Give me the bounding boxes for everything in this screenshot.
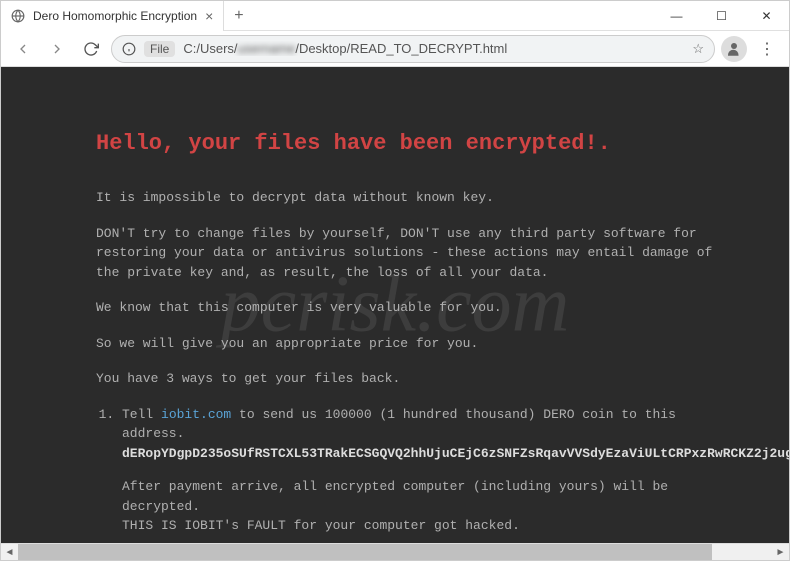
paragraph: So we will give you an appropriate price… xyxy=(96,334,736,354)
content-area: Hello, your files have been encrypted!. … xyxy=(1,67,789,543)
bookmark-star-icon[interactable]: ☆ xyxy=(692,41,704,57)
scroll-track[interactable] xyxy=(18,544,772,560)
paragraph: THIS IS IOBIT's FAULT for your computer … xyxy=(122,516,742,536)
reload-icon xyxy=(83,41,99,57)
arrow-left-icon xyxy=(15,41,31,57)
minimize-button[interactable]: — xyxy=(654,1,699,31)
person-icon xyxy=(725,40,743,58)
forward-button[interactable] xyxy=(43,35,71,63)
browser-window: Dero Homomorphic Encryption × + — ☐ ✕ Fi… xyxy=(0,0,790,561)
toolbar: File C:/Users/username/Desktop/READ_TO_D… xyxy=(1,31,789,67)
address-bar[interactable]: File C:/Users/username/Desktop/READ_TO_D… xyxy=(111,35,715,63)
list-item: Tell iobit.com to send us 100000 (1 hund… xyxy=(122,405,742,536)
reload-button[interactable] xyxy=(77,35,105,63)
paragraph: DON'T try to change files by yourself, D… xyxy=(96,224,736,283)
tab-title: Dero Homomorphic Encryption xyxy=(33,9,197,23)
profile-avatar[interactable] xyxy=(721,36,747,62)
paragraph: You have 3 ways to get your files back. xyxy=(96,369,736,389)
menu-button[interactable]: ⋮ xyxy=(753,39,781,59)
new-tab-button[interactable]: + xyxy=(224,7,253,25)
titlebar: Dero Homomorphic Encryption × + — ☐ ✕ xyxy=(1,1,789,31)
page-body: Hello, your files have been encrypted!. … xyxy=(1,67,789,543)
scroll-left-arrow[interactable]: ◄ xyxy=(1,547,18,558)
maximize-button[interactable]: ☐ xyxy=(699,1,744,31)
iobit-link[interactable]: iobit.com xyxy=(161,407,231,422)
horizontal-scrollbar[interactable]: ◄ ► xyxy=(1,543,789,560)
paragraph: After payment arrive, all encrypted comp… xyxy=(122,477,742,516)
page-heading: Hello, your files have been encrypted!. xyxy=(96,127,789,160)
scroll-right-arrow[interactable]: ► xyxy=(772,547,789,558)
scroll-thumb[interactable] xyxy=(18,544,712,560)
globe-icon xyxy=(11,9,25,23)
paragraph: We know that this computer is very valua… xyxy=(96,298,736,318)
browser-tab[interactable]: Dero Homomorphic Encryption × xyxy=(1,1,224,31)
paragraph: It is impossible to decrypt data without… xyxy=(96,188,736,208)
tab-close-icon[interactable]: × xyxy=(205,8,213,24)
file-scheme-label: File xyxy=(144,41,175,57)
wallet-address: dERopYDgpD235oSUfRSTCXL53TRakECSGQVQ2hhU… xyxy=(122,446,789,461)
back-button[interactable] xyxy=(9,35,37,63)
arrow-right-icon xyxy=(49,41,65,57)
info-icon xyxy=(122,42,136,56)
close-button[interactable]: ✕ xyxy=(744,1,789,31)
options-list: Tell iobit.com to send us 100000 (1 hund… xyxy=(96,405,789,544)
url-text: C:/Users/username/Desktop/READ_TO_DECRYP… xyxy=(183,41,684,56)
